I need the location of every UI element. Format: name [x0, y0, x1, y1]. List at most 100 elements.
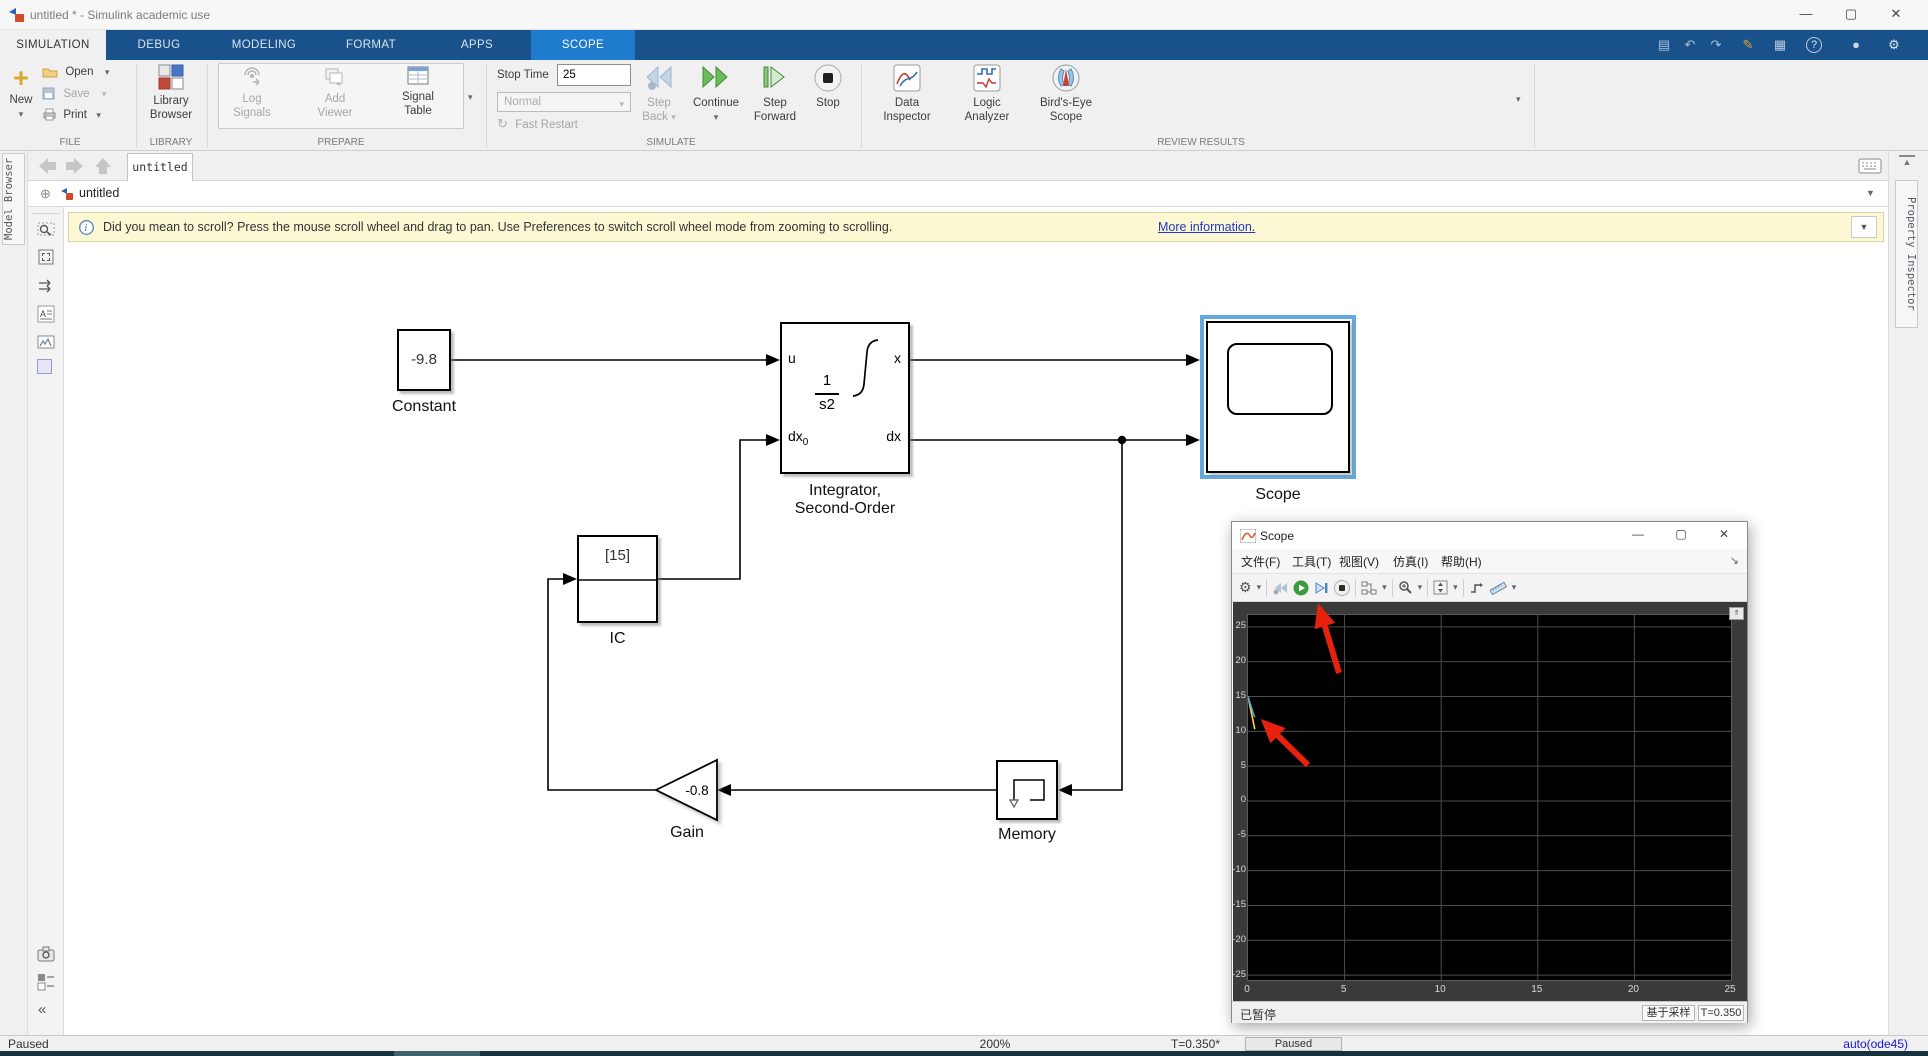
- back-icon[interactable]: [38, 157, 58, 175]
- scope-window[interactable]: Scope — ▢ ✕ ↘ 文件(F) 工具(T) 视图(V) 仿真(I) 帮助(H) …: [1231, 521, 1748, 1023]
- gain-label: Gain: [670, 824, 704, 841]
- port-x: x: [894, 350, 901, 366]
- data-inspector-icon: [893, 64, 921, 92]
- fit-view-icon[interactable]: [37, 248, 55, 266]
- signal-table-button[interactable]: Signal Table: [391, 66, 445, 117]
- ribbon-tab-simulation[interactable]: SIMULATION: [0, 30, 106, 60]
- legend-icon[interactable]: [37, 973, 55, 991]
- ribbon-tab-scope[interactable]: SCOPE: [531, 30, 635, 60]
- quick-settings-icon[interactable]: ⚙: [1884, 36, 1904, 54]
- scope-menu-item-1[interactable]: 工具(T): [1292, 553, 1331, 570]
- expand-panel-button[interactable]: ▲: [1899, 155, 1915, 169]
- library-browser-button[interactable]: Library Browser: [142, 64, 200, 121]
- viewmarks-icon[interactable]: [37, 333, 55, 351]
- scope-step-back-icon[interactable]: [1272, 581, 1288, 595]
- close-button[interactable]: ✕: [1874, 0, 1918, 29]
- status-engine-state: Paused: [1245, 1037, 1342, 1051]
- printer-icon: [43, 108, 56, 121]
- zoom-region-icon[interactable]: [37, 220, 55, 238]
- scope-block[interactable]: [1206, 321, 1350, 473]
- dock-icon[interactable]: ↘: [1730, 554, 1739, 567]
- stop-button[interactable]: Stop: [810, 64, 846, 109]
- screenshot-icon[interactable]: [37, 945, 55, 963]
- breadcrumb-dropdown[interactable]: ▼: [1866, 188, 1875, 198]
- scope-settings-icon[interactable]: ⚙: [1239, 579, 1252, 596]
- constant-block[interactable]: -9.8: [397, 329, 451, 391]
- scope-plot[interactable]: [1247, 614, 1732, 981]
- port-dx: dx: [886, 428, 901, 444]
- scope-maximize-button[interactable]: ▢: [1666, 522, 1696, 548]
- frame-icon[interactable]: [37, 359, 52, 374]
- signal-table-icon: [407, 66, 429, 85]
- quick-profile-icon[interactable]: ●: [1846, 36, 1866, 54]
- more-information-link[interactable]: More information.: [1158, 213, 1255, 241]
- ic-block[interactable]: [15]: [577, 535, 658, 623]
- annotation-icon[interactable]: A: [37, 305, 55, 323]
- quick-brush-icon[interactable]: ✎: [1738, 36, 1758, 54]
- save-button[interactable]: Save ▾: [42, 87, 106, 103]
- step-back-button[interactable]: Step Back ▾: [633, 64, 685, 123]
- fast-restart-toggle[interactable]: ↻ Fast Restart: [497, 116, 578, 132]
- memory-block[interactable]: [996, 760, 1058, 820]
- log-signals-button[interactable]: Log Signals: [225, 66, 279, 119]
- up-icon[interactable]: [94, 157, 112, 175]
- x-tick-label: 10: [1434, 984, 1446, 995]
- keyboard-icon[interactable]: [1858, 158, 1882, 174]
- maximize-button[interactable]: ▢: [1829, 0, 1873, 29]
- document-tab-untitled[interactable]: untitled: [127, 153, 193, 181]
- stop-time-input[interactable]: [557, 64, 631, 86]
- notification-dropdown[interactable]: ▼: [1851, 216, 1877, 238]
- collapse-palette-button[interactable]: «: [38, 1001, 46, 1018]
- property-inspector-tab[interactable]: Property Inspector: [1895, 180, 1918, 328]
- quick-redo-icon[interactable]: ↷: [1706, 36, 1726, 54]
- quick-help-icon[interactable]: ?: [1806, 37, 1822, 53]
- quick-save-icon[interactable]: ▤: [1654, 36, 1674, 54]
- new-button[interactable]: + New ▾: [4, 64, 38, 134]
- forward-icon[interactable]: [64, 157, 84, 175]
- status-solver[interactable]: auto(ode45): [1843, 1037, 1908, 1051]
- continue-button[interactable]: Continue ▾: [687, 64, 745, 123]
- print-button[interactable]: Print ▾: [42, 108, 101, 124]
- step-forward-button[interactable]: Step Forward: [747, 64, 803, 123]
- simulation-mode-dropdown[interactable]: Normal ▾: [497, 92, 631, 112]
- minimize-button[interactable]: —: [1784, 0, 1828, 29]
- scope-zoom-icon[interactable]: [1398, 580, 1413, 595]
- scope-menu-item-2[interactable]: 视图(V): [1339, 553, 1379, 570]
- ribbon-collapse-button[interactable]: ▾: [1516, 94, 1521, 105]
- signal-routing-icon[interactable]: [37, 277, 55, 295]
- ribbon-tab-apps[interactable]: APPS: [437, 30, 517, 60]
- logic-analyzer-button[interactable]: Logic Analyzer: [957, 64, 1017, 123]
- model-browser-tab[interactable]: Model Browser: [2, 153, 25, 245]
- quick-undo-icon[interactable]: ↶: [1680, 36, 1700, 54]
- panner-button[interactable]: ⇑: [1729, 607, 1744, 620]
- scope-measure-icon[interactable]: [1489, 580, 1507, 595]
- data-inspector-button[interactable]: Data Inspector: [877, 64, 937, 123]
- scope-stop-icon[interactable]: [1334, 579, 1351, 596]
- scope-fit-icon[interactable]: [1433, 580, 1448, 595]
- scope-signal-config-icon[interactable]: [1361, 581, 1377, 595]
- prepare-more-button[interactable]: ▾: [468, 92, 473, 103]
- scope-window-titlebar[interactable]: Scope — ▢ ✕: [1232, 522, 1747, 549]
- add-viewer-button[interactable]: Add Viewer: [308, 66, 362, 119]
- scope-close-button[interactable]: ✕: [1709, 522, 1739, 548]
- scope-menu-item-0[interactable]: 文件(F): [1241, 553, 1280, 570]
- ribbon-tab-format[interactable]: FORMAT: [323, 30, 419, 60]
- ribbon-tab-debug[interactable]: DEBUG: [114, 30, 204, 60]
- hide-browser-icon[interactable]: ⊕: [40, 186, 51, 202]
- breadcrumb-model-name[interactable]: untitled: [79, 186, 119, 200]
- right-rail: ▲ Property Inspector: [1888, 151, 1928, 1035]
- ribbon-tab-modeling[interactable]: MODELING: [212, 30, 316, 60]
- gain-block[interactable]: -0.8: [650, 754, 725, 826]
- scope-menu-item-3[interactable]: 仿真(I): [1393, 553, 1428, 570]
- scope-trigger-icon[interactable]: [1469, 581, 1484, 595]
- status-sim-time: T=0.350*: [1170, 1037, 1220, 1051]
- open-button[interactable]: Open ▾: [42, 66, 109, 81]
- integrator-denominator: s2: [819, 396, 835, 413]
- scope-menu-item-4[interactable]: 帮助(H): [1441, 553, 1482, 570]
- birdseye-scope-button[interactable]: Bird's-Eye Scope: [1031, 64, 1101, 123]
- scope-run-icon[interactable]: [1293, 580, 1309, 596]
- scope-minimize-button[interactable]: —: [1623, 522, 1653, 548]
- integrator-block[interactable]: u dx0 x dx 1 s2: [780, 322, 910, 474]
- quick-panel-icon[interactable]: ▦: [1770, 36, 1790, 54]
- scope-step-forward-icon[interactable]: [1314, 581, 1329, 595]
